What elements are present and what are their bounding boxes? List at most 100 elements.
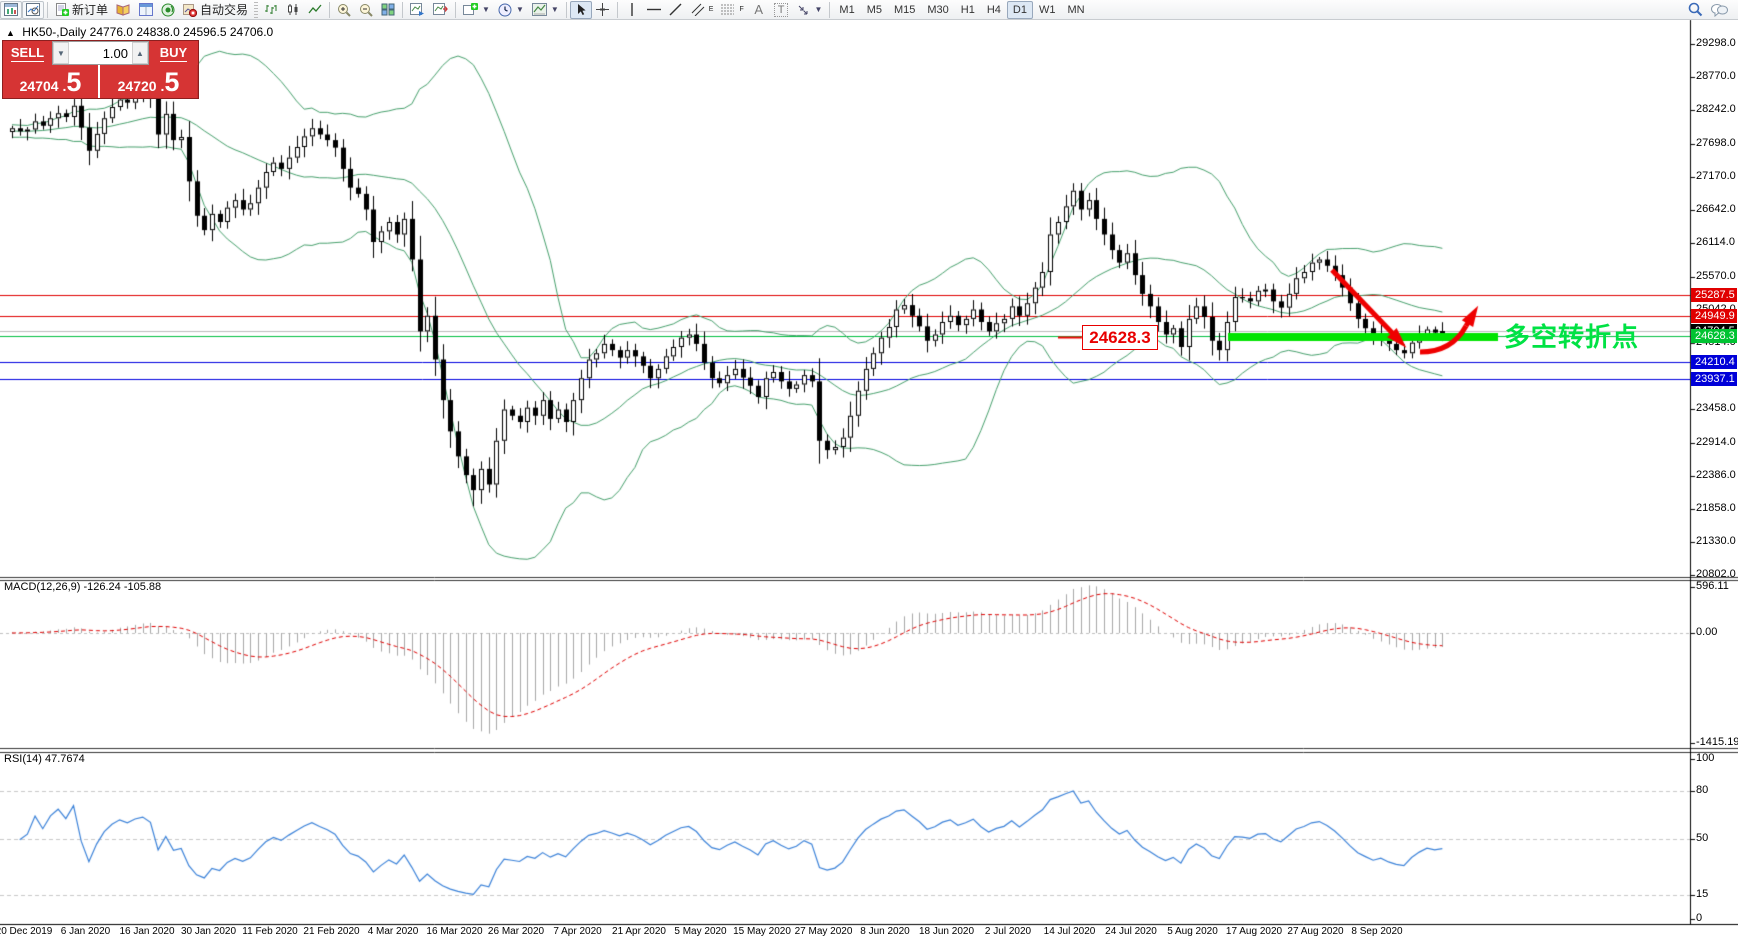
sell-price[interactable]: 24704 .5 — [3, 65, 100, 98]
vertical-line-tool[interactable] — [621, 1, 643, 19]
price-tick: 22914.0 — [1696, 436, 1736, 448]
candlestick-type-button[interactable] — [282, 1, 304, 19]
symbol-period: HK50-,Daily — [22, 25, 86, 39]
date-label: 18 Jun 2020 — [919, 926, 974, 937]
arrows-tool-dropdown[interactable]: ▼ — [792, 1, 826, 19]
market-watch-button[interactable] — [112, 1, 135, 19]
date-label: 27 May 2020 — [795, 926, 853, 937]
channel-tag: E — [709, 6, 714, 13]
timeframe-mn[interactable]: MN — [1061, 1, 1090, 19]
price-badge: 24628.3 — [1691, 329, 1737, 343]
toolbar-separator — [402, 2, 403, 18]
price-tick: 27170.0 — [1696, 170, 1736, 182]
cursor-tool-button[interactable] — [570, 1, 592, 19]
price-tick: 23458.0 — [1696, 402, 1736, 414]
autotrade-button[interactable]: 自动交易 — [179, 1, 252, 19]
price-tick: 21858.0 — [1696, 502, 1736, 514]
toolbar-separator — [829, 2, 830, 18]
price-tick: 22386.0 — [1696, 469, 1736, 481]
price-tick: 21330.0 — [1696, 535, 1736, 547]
bar-chart-type-button[interactable] — [260, 1, 282, 19]
text-tool[interactable]: A — [748, 1, 770, 19]
timeframe-h4[interactable]: H4 — [981, 1, 1007, 19]
timeframe-m30[interactable]: M30 — [921, 1, 954, 19]
new-order-label: 新订单 — [72, 1, 108, 18]
main-toolbar: 新订单 自动交易 ▼ ▼ ▼ E F A T ▼ — [0, 0, 1738, 20]
buy-button[interactable]: BUY — [149, 41, 198, 65]
toolbar-separator — [455, 2, 456, 18]
auto-scroll-button[interactable] — [406, 1, 429, 19]
buy-price-frac: 5 — [164, 69, 179, 96]
navigator-button[interactable] — [157, 1, 179, 19]
crosshair-tool-button[interactable] — [592, 1, 614, 19]
date-label: 16 Mar 2020 — [426, 926, 482, 937]
toolbar-grip — [254, 2, 258, 18]
price-tick: 29298.0 — [1696, 37, 1736, 49]
price-badge: 24949.9 — [1691, 309, 1737, 323]
data-window-button[interactable] — [135, 1, 157, 19]
symbol-expand-icon[interactable]: ▲ — [6, 28, 15, 38]
timeframe-m15[interactable]: M15 — [888, 1, 921, 19]
price-tick: 26114.0 — [1696, 236, 1735, 248]
timeframe-w1[interactable]: W1 — [1033, 1, 1062, 19]
date-label: 15 May 2020 — [733, 926, 791, 937]
turning-point-annotation[interactable]: 多空转折点 — [1504, 317, 1639, 354]
macd-axis-label: 596.11 — [1696, 580, 1729, 592]
toolbar-separator — [566, 2, 567, 18]
chart-window-button[interactable] — [0, 1, 22, 19]
text-label-tool[interactable]: T — [770, 1, 793, 19]
price-tick: 27698.0 — [1696, 137, 1736, 149]
volume-down-button[interactable]: ▼ — [53, 42, 69, 64]
trendline-tool[interactable] — [665, 1, 687, 19]
rsi-axis-label: 15 — [1696, 888, 1708, 900]
line-chart-type-button[interactable] — [304, 1, 326, 19]
new-order-button[interactable]: 新订单 — [51, 1, 112, 19]
fibonacci-tool[interactable]: F — [717, 1, 747, 19]
ohlc-high: 24838.0 — [136, 25, 179, 39]
new-chart-dropdown[interactable]: ▼ — [459, 1, 494, 19]
timeframe-h1[interactable]: H1 — [955, 1, 981, 19]
price-tick: 20802.0 — [1696, 568, 1736, 580]
volume-control: ▼ ▲ — [52, 41, 149, 65]
chat-icon[interactable] — [1707, 1, 1732, 19]
volume-up-button[interactable]: ▲ — [132, 42, 148, 64]
timeframe-m5[interactable]: M5 — [861, 1, 888, 19]
buy-price[interactable]: 24720 .5 — [100, 65, 197, 98]
date-label: 4 Mar 2020 — [368, 926, 419, 937]
equidistant-channel-tool[interactable]: E — [687, 1, 718, 19]
tile-windows-button[interactable] — [377, 1, 399, 19]
rsi-axis-label: 100 — [1696, 752, 1714, 764]
date-label: 8 Jun 2020 — [860, 926, 910, 937]
chart-shift-button[interactable] — [429, 1, 452, 19]
date-label: 20 Dec 2019 — [0, 926, 52, 937]
period-dropdown[interactable]: ▼ — [494, 1, 528, 19]
tick-chart-button[interactable] — [22, 1, 44, 19]
buy-price-main: 24720 . — [118, 76, 165, 96]
horizontal-line-tool[interactable] — [643, 1, 665, 19]
sell-price-frac: 5 — [66, 69, 81, 96]
toolbar-separator — [617, 2, 618, 18]
chart-title: ▲ HK50-,Daily 24776.0 24838.0 24596.5 24… — [6, 25, 273, 39]
zoom-in-button[interactable] — [333, 1, 355, 19]
timeframe-m1[interactable]: M1 — [833, 1, 860, 19]
price-flag-annotation[interactable]: 24628.3 — [1082, 325, 1158, 350]
timeframe-group: M1M5M15M30H1H4D1W1MN — [833, 1, 1090, 19]
ohlc-open: 24776.0 — [90, 25, 133, 39]
price-badge: 24210.4 — [1691, 355, 1737, 369]
label-tag: T — [774, 3, 789, 17]
volume-input[interactable] — [69, 42, 132, 64]
price-badge: 23937.1 — [1691, 372, 1737, 386]
rsi-label: RSI(14) 47.7674 — [4, 753, 85, 765]
chart-plot-area[interactable] — [0, 0, 1738, 937]
sell-button[interactable]: SELL — [3, 41, 52, 65]
date-label: 21 Apr 2020 — [612, 926, 666, 937]
date-label: 30 Jan 2020 — [181, 926, 236, 937]
date-label: 11 Feb 2020 — [242, 926, 297, 937]
zoom-out-button[interactable] — [355, 1, 377, 19]
ohlc-low: 24596.5 — [183, 25, 226, 39]
timeframe-d1[interactable]: D1 — [1007, 1, 1033, 19]
search-icon[interactable] — [1684, 1, 1707, 19]
toolbar-separator — [329, 2, 330, 18]
template-dropdown[interactable]: ▼ — [528, 1, 563, 19]
macd-axis-label: -1415.19 — [1696, 736, 1738, 748]
